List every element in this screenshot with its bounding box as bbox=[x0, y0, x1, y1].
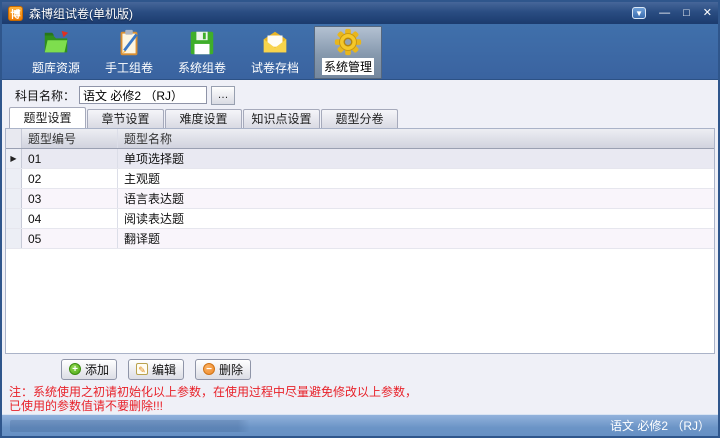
envelope-icon bbox=[259, 28, 291, 58]
maximize-button[interactable]: □ bbox=[683, 8, 690, 19]
column-header-name: 题型名称 bbox=[118, 130, 714, 147]
table-row[interactable]: 05 翻译题 bbox=[6, 229, 714, 249]
content-area: 科目名称： … 题型设置 章节设置 难度设置 知识点设置 题型分卷 题型编号 题… bbox=[2, 80, 718, 414]
browse-button[interactable]: … bbox=[211, 86, 235, 105]
table-row[interactable]: 02 主观题 bbox=[6, 169, 714, 189]
minus-circle-icon: − bbox=[203, 363, 215, 375]
toolbar-item-label: 系统管理 bbox=[322, 58, 374, 75]
warning-note-line2: 已使用的参数值请不要删除!!! bbox=[9, 399, 715, 413]
current-row-marker: ▶ bbox=[6, 149, 22, 168]
statusbar-watermark bbox=[10, 420, 610, 432]
tab-difficulty-setting[interactable]: 难度设置 bbox=[165, 109, 242, 128]
subject-input[interactable] bbox=[79, 86, 207, 104]
warning-note-line1: 注：系统使用之初请初始化以上参数，在使用过程中尽量避免修改以上参数， bbox=[9, 385, 715, 399]
table-row[interactable]: 04 阅读表达题 bbox=[6, 209, 714, 229]
settings-tabs: 题型设置 章节设置 难度设置 知识点设置 题型分卷 bbox=[5, 107, 715, 128]
table-header: 题型编号 题型名称 bbox=[6, 129, 714, 149]
tab-question-type-split[interactable]: 题型分卷 bbox=[321, 109, 398, 128]
clipboard-pencil-icon bbox=[113, 28, 145, 58]
row-selector-header bbox=[6, 129, 22, 148]
window-title: 森博组试卷(单机版) bbox=[29, 5, 626, 22]
app-window: 博 森博组试卷(单机版) ▼ — □ ✕ 题库资源 bbox=[0, 0, 720, 438]
toolbar-item-system-admin[interactable]: 系统管理 bbox=[314, 26, 382, 79]
statusbar: 语文 必修2 （RJ） bbox=[2, 414, 718, 436]
toolbar-item-manual-compose[interactable]: 手工组卷 bbox=[95, 26, 163, 79]
table-row[interactable]: 03 语言表达题 bbox=[6, 189, 714, 209]
gear-icon bbox=[332, 27, 364, 57]
pencil-page-icon: ✎ bbox=[136, 363, 148, 375]
close-button[interactable]: ✕ bbox=[703, 8, 712, 19]
plus-circle-icon: + bbox=[69, 363, 81, 375]
current-row-arrow-icon: ▶ bbox=[10, 154, 16, 163]
delete-button[interactable]: − 删除 bbox=[195, 359, 251, 380]
column-header-id: 题型编号 bbox=[22, 129, 118, 148]
table-empty-area bbox=[6, 249, 714, 353]
window-controls: ▼ — □ ✕ bbox=[632, 7, 712, 19]
main-toolbar: 题库资源 手工组卷 bbox=[2, 24, 718, 80]
table-row[interactable]: ▶ 01 单项选择题 bbox=[6, 149, 714, 169]
question-type-table: 题型编号 题型名称 ▶ 01 单项选择题 02 主观题 03 语言表达题 04 bbox=[5, 128, 715, 354]
statusbar-subject-text: 语文 必修2 （RJ） bbox=[610, 417, 710, 434]
action-buttons: + 添加 ✎ 编辑 − 删除 bbox=[5, 354, 715, 384]
toolbar-item-paper-archive[interactable]: 试卷存档 bbox=[241, 26, 309, 79]
toolbar-item-label: 试卷存档 bbox=[251, 59, 299, 76]
subject-row: 科目名称： … bbox=[5, 80, 715, 107]
minimize-button[interactable]: — bbox=[659, 8, 670, 19]
tab-knowledge-point-setting[interactable]: 知识点设置 bbox=[243, 109, 320, 128]
toolbar-item-label: 手工组卷 bbox=[105, 59, 153, 76]
toolbar-item-label: 题库资源 bbox=[32, 59, 80, 76]
toolbar-item-system-compose[interactable]: 系统组卷 bbox=[168, 26, 236, 79]
subject-label: 科目名称： bbox=[15, 87, 75, 104]
app-logo-icon: 博 bbox=[8, 6, 23, 21]
tab-question-type-setting[interactable]: 题型设置 bbox=[9, 107, 86, 128]
toolbar-item-label: 系统组卷 bbox=[178, 59, 226, 76]
titlebar: 博 森博组试卷(单机版) ▼ — □ ✕ bbox=[2, 2, 718, 24]
warning-note: 注：系统使用之初请初始化以上参数，在使用过程中尽量避免修改以上参数， 已使用的参… bbox=[5, 384, 715, 414]
add-button[interactable]: + 添加 bbox=[61, 359, 117, 380]
toolbar-item-question-bank[interactable]: 题库资源 bbox=[22, 26, 90, 79]
floppy-disk-icon bbox=[186, 28, 218, 58]
ribbon-toggle-icon[interactable]: ▼ bbox=[632, 7, 646, 19]
folder-icon bbox=[40, 28, 72, 58]
edit-button[interactable]: ✎ 编辑 bbox=[128, 359, 184, 380]
tab-chapter-setting[interactable]: 章节设置 bbox=[87, 109, 164, 128]
